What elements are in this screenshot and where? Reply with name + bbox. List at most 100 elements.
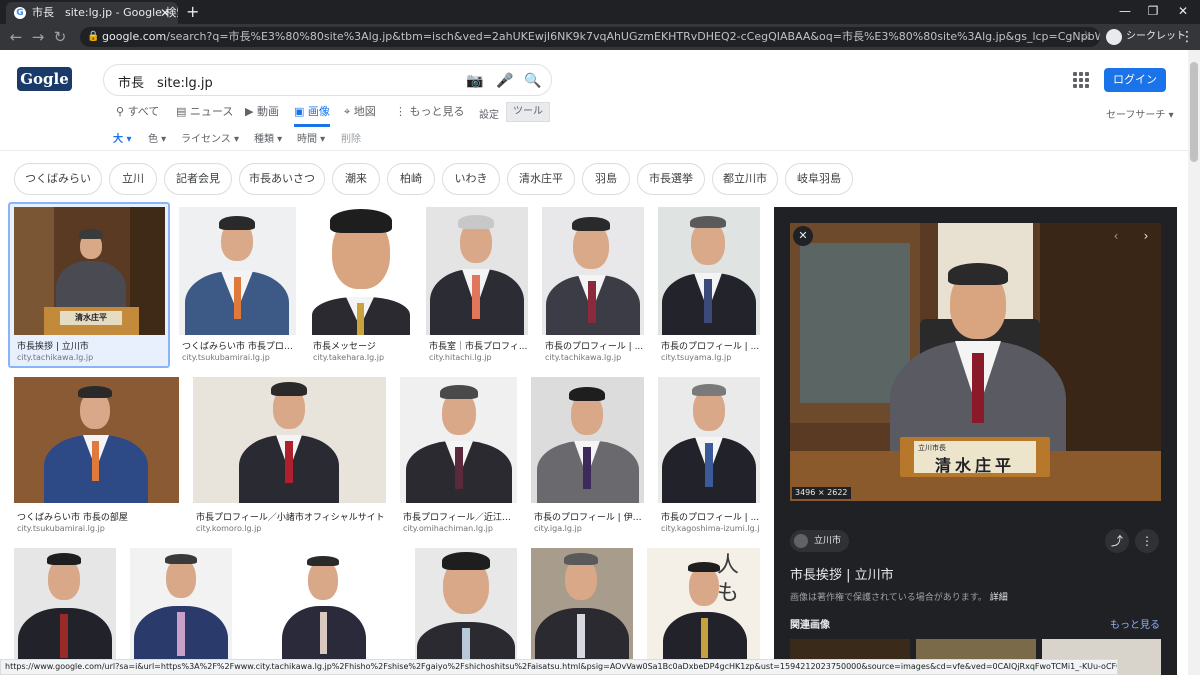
- minimize-icon[interactable]: —: [1110, 0, 1140, 22]
- close-preview-icon[interactable]: ✕: [793, 226, 813, 246]
- result-domain: city.tachikawa.lg.jp: [17, 353, 94, 362]
- chip[interactable]: 岐阜羽島: [785, 163, 853, 195]
- result-title[interactable]: 市長挨拶 | 立川市: [17, 339, 162, 352]
- address-bar[interactable]: 🔒 google.com/search?q=市長%E3%80%80site%3A…: [80, 27, 1100, 47]
- result-title[interactable]: 市長のプロフィール | 伊賀...: [534, 510, 644, 523]
- result-title[interactable]: 市長のプロフィール | ...: [661, 510, 760, 523]
- google-doodle-logo[interactable]: Gogle: [17, 67, 72, 91]
- result-title[interactable]: つくばみらい市 市長プロフ...: [182, 339, 296, 352]
- chip[interactable]: 柏崎: [387, 163, 435, 195]
- bookmark-star-icon[interactable]: ☆: [1080, 29, 1092, 44]
- result-domain: city.omihachiman.lg.jp: [403, 524, 493, 533]
- chip[interactable]: 市長選挙: [637, 163, 705, 195]
- browser-menu-icon[interactable]: ⋮: [1180, 24, 1194, 50]
- image-result-thumbnail[interactable]: [542, 207, 644, 335]
- microphone-icon[interactable]: 🎤: [496, 72, 513, 90]
- forward-icon[interactable]: →: [28, 24, 48, 50]
- image-result-thumbnail[interactable]: [310, 207, 412, 335]
- filter-color[interactable]: 色 ▾: [148, 130, 166, 145]
- tab-maps[interactable]: ⌖ 地図: [344, 105, 376, 127]
- header-divider: [0, 150, 1188, 151]
- result-title[interactable]: 市長プロフィール／小諸市オフィシャルサイト: [196, 510, 386, 523]
- image-result-thumbnail[interactable]: [531, 548, 633, 675]
- result-domain: city.takehara.lg.jp: [313, 353, 385, 362]
- image-result-thumbnail[interactable]: 人も: [647, 548, 760, 675]
- tab-more[interactable]: ⋮ もっと見る: [395, 105, 465, 127]
- filter-license[interactable]: ライセンス ▾: [181, 130, 239, 145]
- restore-icon[interactable]: ❐: [1138, 0, 1168, 22]
- result-domain: city.tsukubamirai.lg.jp: [182, 353, 270, 362]
- result-domain: city.tachikawa.lg.jp: [545, 353, 622, 362]
- scrollbar-thumb[interactable]: [1190, 62, 1198, 162]
- image-result-thumbnail[interactable]: [193, 377, 386, 503]
- see-more-link[interactable]: もっと見る: [1110, 616, 1160, 631]
- incognito-indicator[interactable]: シークレット: [1106, 28, 1186, 46]
- image-result-thumbnail[interactable]: [415, 548, 517, 675]
- result-title[interactable]: 市長室｜市長プロフィ...: [429, 339, 528, 352]
- incognito-label: シークレット: [1126, 31, 1186, 42]
- filter-size[interactable]: 大 ▾: [113, 130, 132, 145]
- result-title[interactable]: 市長メッセージ: [313, 339, 412, 352]
- source-site-badge[interactable]: 立川市: [790, 530, 850, 552]
- image-result-thumbnail[interactable]: [14, 548, 116, 675]
- window-close-icon[interactable]: ✕: [1168, 0, 1198, 22]
- tools-button[interactable]: ツール: [506, 102, 550, 122]
- new-tab-icon[interactable]: +: [186, 1, 199, 23]
- result-title[interactable]: つくばみらい市 市長の部屋: [17, 510, 177, 523]
- previous-image-icon[interactable]: ‹: [1106, 226, 1126, 246]
- next-image-icon[interactable]: ›: [1136, 226, 1156, 246]
- tab-news[interactable]: ▤ ニュース: [176, 105, 233, 127]
- chip[interactable]: つくばみらい: [14, 163, 102, 195]
- settings-link[interactable]: 設定: [479, 106, 499, 121]
- back-icon[interactable]: ←: [6, 24, 26, 50]
- reload-icon[interactable]: ↻: [50, 24, 70, 50]
- result-title[interactable]: 市長のプロフィール | ...: [661, 339, 760, 352]
- browser-tab[interactable]: G 市長 site:lg.jp - Google 検索 ✕: [6, 2, 178, 24]
- nameplate-name: 清水庄平: [934, 456, 1015, 473]
- tab-title: 市長 site:lg.jp - Google 検索: [32, 6, 178, 19]
- image-result-thumbnail[interactable]: [130, 548, 232, 675]
- image-result-thumbnail[interactable]: 清水庄平: [14, 207, 165, 335]
- preview-image[interactable]: 立川市長 清水庄平 3496 × 2622: [790, 223, 1161, 501]
- close-tab-icon[interactable]: ✕: [160, 2, 170, 24]
- chip[interactable]: 羽島: [582, 163, 630, 195]
- apps-grid-icon[interactable]: [1073, 72, 1089, 88]
- tab-all[interactable]: ⚲ すべて: [116, 105, 159, 127]
- camera-icon[interactable]: 📷: [466, 72, 483, 90]
- chip[interactable]: 都立川市: [712, 163, 778, 195]
- image-result-thumbnail[interactable]: [658, 377, 760, 503]
- chip[interactable]: 潮来: [332, 163, 380, 195]
- image-result-thumbnail[interactable]: [14, 377, 179, 503]
- chip[interactable]: 清水庄平: [507, 163, 575, 195]
- search-input[interactable]: [118, 71, 458, 91]
- chip[interactable]: 市長あいさつ: [239, 163, 325, 195]
- chip[interactable]: 立川: [109, 163, 157, 195]
- search-icon[interactable]: 🔍: [524, 72, 541, 90]
- image-result-thumbnail[interactable]: [179, 207, 296, 335]
- copyright-note: 画像は著作権で保護されている場合があります。 詳細: [790, 593, 1008, 603]
- chip[interactable]: いわき: [442, 163, 500, 195]
- tab-videos[interactable]: ▶ 動画: [245, 105, 279, 127]
- safesearch-dropdown[interactable]: セーフサーチ ▾: [1106, 106, 1174, 121]
- globe-icon: [794, 534, 808, 548]
- details-link[interactable]: 詳細: [990, 593, 1008, 603]
- preview-title[interactable]: 市長挨拶 | 立川市: [790, 564, 894, 583]
- filter-type[interactable]: 種類 ▾: [254, 130, 282, 145]
- result-domain: city.komoro.lg.jp: [196, 524, 262, 533]
- image-result-thumbnail[interactable]: [400, 377, 517, 503]
- image-result-thumbnail[interactable]: [658, 207, 760, 335]
- chip[interactable]: 記者会見: [164, 163, 232, 195]
- result-title[interactable]: 市長プロフィール／近江八...: [403, 510, 517, 523]
- more-options-icon[interactable]: ⋮: [1135, 529, 1159, 553]
- image-result-thumbnail[interactable]: [246, 548, 401, 675]
- page-scrollbar[interactable]: [1188, 50, 1200, 675]
- share-icon[interactable]: ⤴: [1105, 529, 1129, 553]
- tab-images[interactable]: ▣ 画像: [294, 105, 330, 127]
- filter-time[interactable]: 時間 ▾: [297, 130, 325, 145]
- image-result-thumbnail[interactable]: [531, 377, 644, 503]
- browser-toolbar: ← → ↻ 🔒 google.com/search?q=市長%E3%80%80s…: [0, 24, 1200, 50]
- image-result-thumbnail[interactable]: [426, 207, 528, 335]
- filter-clear[interactable]: 削除: [341, 130, 361, 145]
- result-title[interactable]: 市長のプロフィール | ...: [545, 339, 644, 352]
- login-button[interactable]: ログイン: [1104, 68, 1166, 92]
